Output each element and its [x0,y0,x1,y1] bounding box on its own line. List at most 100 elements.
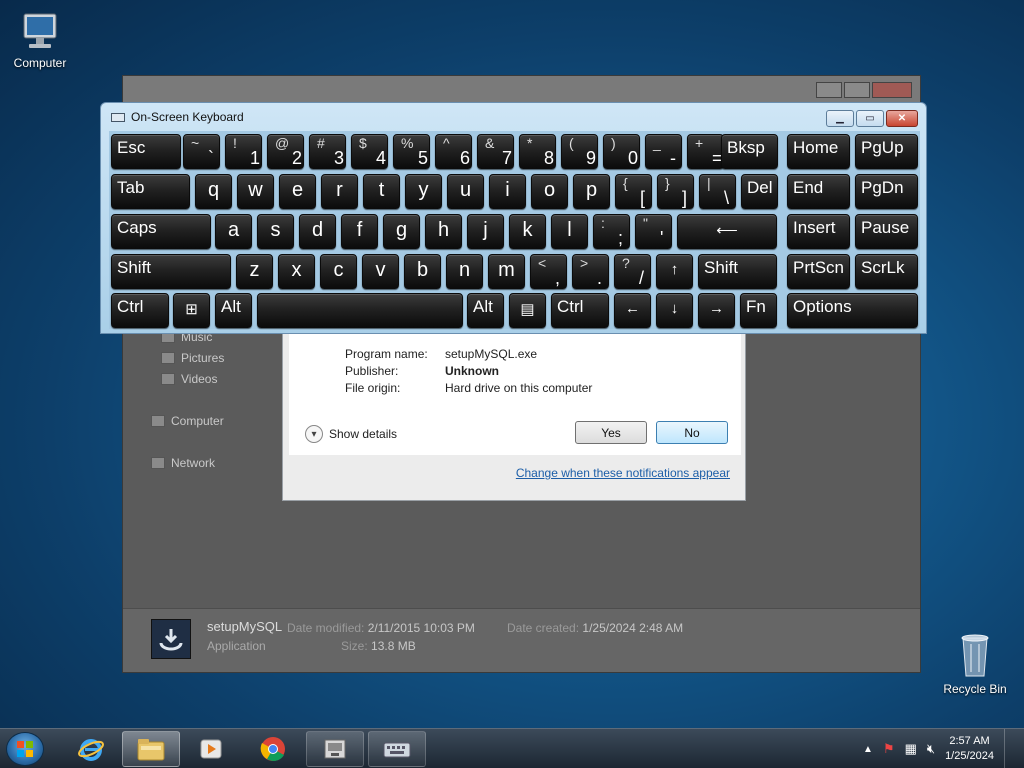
key-9[interactable]: (9 [561,134,598,169]
key-symbol[interactable]: {[ [615,174,652,209]
key-symbol[interactable]: }] [657,174,694,209]
taskbar-chrome[interactable] [244,731,302,767]
key-symbol[interactable]: _ - [645,134,682,169]
change-notifications-link[interactable]: Change when these notifications appear [516,466,730,480]
show-hidden-icons-icon[interactable]: ▲ [863,744,873,755]
key-symbol[interactable]: + = [687,134,724,169]
key-5[interactable]: % 5 [393,134,430,169]
key-symbol[interactable]: → [698,293,735,328]
start-button[interactable] [6,732,44,766]
key-space[interactable] [257,293,463,328]
key-h[interactable]: h [425,214,462,249]
key-4[interactable]: $4 [351,134,388,169]
clock[interactable]: 2:57 AM 1/25/2024 [945,734,994,764]
volume-muted-icon[interactable]: 🔇︎ [927,741,935,757]
key-options[interactable]: Options [787,293,918,328]
action-center-icon[interactable]: ⚑ [883,741,895,757]
maximize-button[interactable] [844,82,870,98]
key-3[interactable]: #3 [309,134,346,169]
key-symbol[interactable]: ↑ [656,254,693,289]
no-button[interactable]: No [656,421,728,444]
key-alt[interactable]: Alt [215,293,252,328]
key-1[interactable]: ! 1 [225,134,262,169]
key-k[interactable]: k [509,214,546,249]
key-j[interactable]: j [467,214,504,249]
nav-item-computer[interactable]: Computer [151,414,224,428]
close-button[interactable] [872,82,912,98]
show-desktop-button[interactable] [1004,729,1016,768]
taskbar-media-player[interactable] [182,731,240,767]
key-l[interactable]: l [551,214,588,249]
minimize-button[interactable]: ▁ [826,110,854,127]
key-d[interactable]: d [299,214,336,249]
key-home[interactable]: Home [787,134,850,169]
key-shift[interactable]: Shift [111,254,231,289]
maximize-button[interactable]: ▭ [856,110,884,127]
key-r[interactable]: r [321,174,358,209]
key-7[interactable]: & 7 [477,134,514,169]
key-symbol[interactable]: ← [614,293,651,328]
key-symbol[interactable]: ⊞ [173,293,210,328]
key-p[interactable]: p [573,174,610,209]
key-symbol[interactable]: ▤ [509,293,546,328]
key-6[interactable]: ^ 6 [435,134,472,169]
key-bksp[interactable]: Bksp [721,134,778,169]
key-alt[interactable]: Alt [467,293,504,328]
key-t[interactable]: t [363,174,400,209]
key-x[interactable]: x [278,254,315,289]
taskbar-on-screen-keyboard[interactable] [368,731,426,767]
minimize-button[interactable] [816,82,842,98]
key-u[interactable]: u [447,174,484,209]
key-symbol[interactable]: >. [572,254,609,289]
key-prtscn[interactable]: PrtScn [787,254,850,289]
key-i[interactable]: i [489,174,526,209]
key-w[interactable]: w [237,174,274,209]
key-pgdn[interactable]: PgDn [855,174,918,209]
key-v[interactable]: v [362,254,399,289]
key-symbol[interactable]: <, [530,254,567,289]
key-shift[interactable]: Shift [698,254,777,289]
key-pause[interactable]: Pause [855,214,918,249]
key-symbol[interactable]: " ' [635,214,672,249]
key-ctrl[interactable]: Ctrl [551,293,609,328]
key-insert[interactable]: Insert [787,214,850,249]
key-q[interactable]: q [195,174,232,209]
nav-item-videos[interactable]: Videos [161,372,217,386]
key-b[interactable]: b [404,254,441,289]
network-icon[interactable]: ▦ [905,741,917,757]
key-esc[interactable]: Esc [111,134,181,169]
key-scrlk[interactable]: ScrLk [855,254,918,289]
key-ctrl[interactable]: Ctrl [111,293,169,328]
key-f[interactable]: f [341,214,378,249]
key-s[interactable]: s [257,214,294,249]
key-tab[interactable]: Tab [111,174,190,209]
key-0[interactable]: ) 0 [603,134,640,169]
key-caps[interactable]: Caps [111,214,211,249]
key-pgup[interactable]: PgUp [855,134,918,169]
key-8[interactable]: * 8 [519,134,556,169]
key-symbol[interactable]: :; [593,214,630,249]
nav-item-pictures[interactable]: Pictures [161,351,224,365]
key-z[interactable]: z [236,254,273,289]
key-e[interactable]: e [279,174,316,209]
taskbar-uac-prompt[interactable] [306,731,364,767]
key-o[interactable]: o [531,174,568,209]
key-fn[interactable]: Fn [740,293,777,328]
key-n[interactable]: n [446,254,483,289]
key-m[interactable]: m [488,254,525,289]
taskbar-internet-explorer[interactable] [62,731,120,767]
key-end[interactable]: End [787,174,850,209]
show-details-toggle[interactable]: ▾ Show details [305,425,397,443]
key-g[interactable]: g [383,214,420,249]
close-button[interactable]: ✕ [886,110,918,127]
key-symbol[interactable]: ? / [614,254,651,289]
key-symbol[interactable]: | \ [699,174,736,209]
nav-item-network[interactable]: Network [151,456,215,470]
key-symbol[interactable]: ~ ` [183,134,220,169]
key-a[interactable]: a [215,214,252,249]
key-symbol[interactable]: ⟵ [677,214,777,249]
key-symbol[interactable]: ↓ [656,293,693,328]
key-y[interactable]: y [405,174,442,209]
key-del[interactable]: Del [741,174,778,209]
desktop-icon-recycle-bin[interactable]: Recycle Bin [935,630,1015,696]
